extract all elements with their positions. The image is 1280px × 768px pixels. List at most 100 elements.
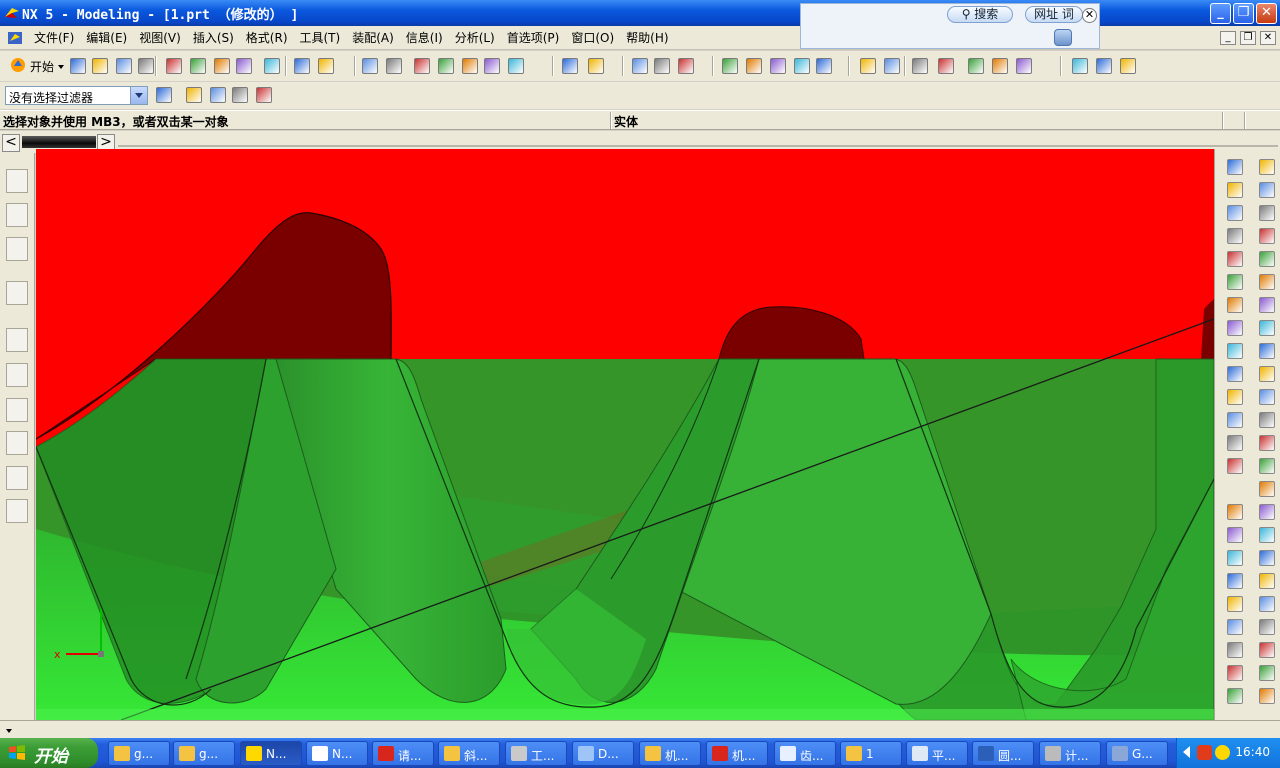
menu-item[interactable]: 窗口(O): [565, 26, 620, 50]
toolbar-tool-icon[interactable]: [1016, 58, 1032, 74]
feature-tool-icon[interactable]: [1259, 642, 1275, 658]
toolbar-tool-icon[interactable]: [116, 58, 132, 74]
toolbar-tool-icon[interactable]: [462, 58, 478, 74]
tray-expand-icon[interactable]: [1183, 746, 1190, 758]
taskbar-button[interactable]: 工...: [505, 741, 567, 766]
taskbar-button[interactable]: G...: [1106, 741, 1168, 766]
type-filter-select[interactable]: 没有选择过滤器: [5, 86, 148, 105]
toolbar-tool-icon[interactable]: [884, 58, 900, 74]
taskbar-button[interactable]: N...: [306, 741, 368, 766]
part-tab[interactable]: [22, 136, 96, 148]
toolbar-tool-icon[interactable]: [1096, 58, 1112, 74]
toolbar-tool-icon[interactable]: [318, 58, 334, 74]
mdi-minimize-button[interactable]: _: [1220, 31, 1236, 45]
taskbar-button[interactable]: D...: [572, 741, 634, 766]
feature-tool-icon[interactable]: [1259, 504, 1275, 520]
feature-tool-icon[interactable]: [1227, 251, 1243, 267]
taskbar-button[interactable]: 齿...: [774, 741, 836, 766]
nx-menu-logo-icon[interactable]: [7, 30, 23, 46]
chevron-down-icon[interactable]: [130, 87, 147, 104]
toolbar-tool-icon[interactable]: [912, 58, 928, 74]
toolbar-tool-icon[interactable]: [860, 58, 876, 74]
tab-prev-button[interactable]: <: [2, 134, 20, 152]
feature-tool-icon[interactable]: [1259, 297, 1275, 313]
menu-item[interactable]: 编辑(E): [80, 26, 133, 50]
resource-tab-icon[interactable]: [6, 237, 28, 261]
taskbar-button[interactable]: 圆...: [972, 741, 1034, 766]
resource-tab-icon[interactable]: [6, 398, 28, 422]
toolbar-tool-icon[interactable]: [588, 58, 604, 74]
gear-model[interactable]: x: [36, 149, 1214, 720]
menu-item[interactable]: 信息(I): [400, 26, 449, 50]
feature-tool-icon[interactable]: [1259, 619, 1275, 635]
toolbar-tool-icon[interactable]: [794, 58, 810, 74]
feature-tool-icon[interactable]: [1259, 228, 1275, 244]
toolbar-tool-icon[interactable]: [362, 58, 378, 74]
feature-tool-icon[interactable]: [1227, 504, 1243, 520]
toolbar-tool-icon[interactable]: [70, 58, 86, 74]
feature-tool-icon[interactable]: [1227, 297, 1243, 313]
feature-tool-icon[interactable]: [1259, 159, 1275, 175]
resource-tab-icon[interactable]: [6, 499, 28, 523]
resource-tab-icon[interactable]: [6, 466, 28, 490]
toolbar-tool-icon[interactable]: [166, 58, 182, 74]
tray-app-icon[interactable]: [1197, 745, 1212, 760]
feature-tool-icon[interactable]: [1227, 159, 1243, 175]
toolbar-tool-icon[interactable]: [816, 58, 832, 74]
toolbar-tool-icon[interactable]: [678, 58, 694, 74]
feature-tool-icon[interactable]: [1227, 550, 1243, 566]
toolbar-tool-icon[interactable]: [632, 58, 648, 74]
feature-tool-icon[interactable]: [1259, 343, 1275, 359]
feature-tool-icon[interactable]: [1259, 412, 1275, 428]
feature-tool-icon[interactable]: [1259, 435, 1275, 451]
taskbar-button[interactable]: 1: [840, 741, 902, 766]
feature-tool-icon[interactable]: [1259, 205, 1275, 221]
toolbar-tool-icon[interactable]: [484, 58, 500, 74]
feature-tool-icon[interactable]: [1259, 688, 1275, 704]
windows-start-button[interactable]: 开始: [0, 738, 98, 768]
status-dropdown-icon[interactable]: [6, 729, 12, 733]
menu-item[interactable]: 格式(R): [240, 26, 294, 50]
feature-tool-icon[interactable]: [1259, 527, 1275, 543]
feature-tool-icon[interactable]: [1227, 320, 1243, 336]
search-button[interactable]: ⚲ 搜索: [947, 6, 1013, 23]
feature-tool-icon[interactable]: [1227, 412, 1243, 428]
taskbar-button[interactable]: 机...: [639, 741, 701, 766]
feature-tool-icon[interactable]: [1227, 665, 1243, 681]
toolbar-tool-icon[interactable]: [92, 58, 108, 74]
toolbar-tool-icon[interactable]: [214, 58, 230, 74]
feature-tool-icon[interactable]: [1259, 320, 1275, 336]
feature-tool-icon[interactable]: [1259, 573, 1275, 589]
feature-tool-icon[interactable]: [1259, 366, 1275, 382]
selection-tool-icon[interactable]: [186, 87, 202, 103]
feature-tool-icon[interactable]: [1259, 665, 1275, 681]
feature-tool-icon[interactable]: [1259, 481, 1275, 497]
toolbar-tool-icon[interactable]: [968, 58, 984, 74]
feature-tool-icon[interactable]: [1227, 573, 1243, 589]
toolbar-tool-icon[interactable]: [1120, 58, 1136, 74]
toolbar-tool-icon[interactable]: [1072, 58, 1088, 74]
toolbar-tool-icon[interactable]: [562, 58, 578, 74]
close-button[interactable]: ✕: [1256, 3, 1277, 24]
feature-tool-icon[interactable]: [1259, 596, 1275, 612]
menu-item[interactable]: 视图(V): [133, 26, 187, 50]
feature-tool-icon[interactable]: [1227, 343, 1243, 359]
feature-tool-icon[interactable]: [1227, 642, 1243, 658]
mdi-close-button[interactable]: ✕: [1260, 31, 1276, 45]
toolbar-tool-icon[interactable]: [264, 58, 280, 74]
taskbar-button[interactable]: g...: [108, 741, 170, 766]
graphics-window[interactable]: x: [36, 149, 1214, 720]
resource-tab-icon[interactable]: [6, 328, 28, 352]
feature-tool-icon[interactable]: [1259, 458, 1275, 474]
feature-tool-icon[interactable]: [1227, 182, 1243, 198]
tray-network-icon[interactable]: [1215, 745, 1230, 760]
taskbar-button[interactable]: g...: [173, 741, 235, 766]
toolbar-tool-icon[interactable]: [722, 58, 738, 74]
feature-tool-icon[interactable]: [1227, 688, 1243, 704]
menu-item[interactable]: 文件(F): [28, 26, 80, 50]
menu-item[interactable]: 装配(A): [346, 26, 400, 50]
minimize-button[interactable]: _: [1210, 3, 1231, 24]
resource-tab-icon[interactable]: [6, 363, 28, 387]
widget-settings-icon[interactable]: [1054, 29, 1072, 46]
toolbar-tool-icon[interactable]: [414, 58, 430, 74]
